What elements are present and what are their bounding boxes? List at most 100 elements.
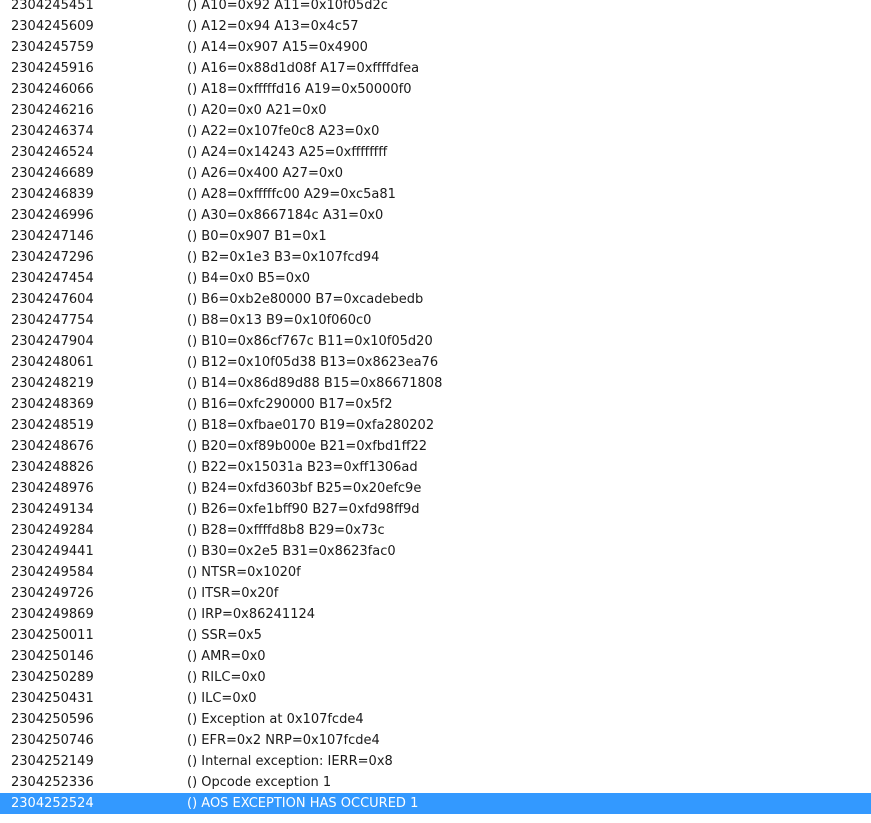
- log-message: () B2=0x1e3 B3=0x107fcd94: [187, 250, 380, 265]
- log-row[interactable]: 2304246996 () A30=0x8667184c A31=0x0: [0, 205, 871, 226]
- log-row[interactable]: 2304247454 () B4=0x0 B5=0x0: [0, 268, 871, 289]
- log-timestamp: 2304246524: [11, 145, 94, 160]
- log-row[interactable]: 2304247754 () B8=0x13 B9=0x10f060c0: [0, 310, 871, 331]
- log-row[interactable]: 2304252336 () Opcode exception 1: [0, 772, 871, 793]
- log-row[interactable]: 2304246374 () A22=0x107fe0c8 A23=0x0: [0, 121, 871, 142]
- log-message: () RILC=0x0: [187, 670, 266, 685]
- log-timestamp: 2304250596: [11, 712, 94, 727]
- log-row[interactable]: 2304249584 () NTSR=0x1020f: [0, 562, 871, 583]
- log-row[interactable]: 2304248826 () B22=0x15031a B23=0xff1306ad: [0, 457, 871, 478]
- log-row[interactable]: 2304245916 () A16=0x88d1d08f A17=0xffffdf…: [0, 58, 871, 79]
- log-row[interactable]: 2304252149 () Internal exception: IERR=0x…: [0, 751, 871, 772]
- log-message: () B28=0xffffd8b8 B29=0x73c: [187, 523, 385, 538]
- log-message: () ILC=0x0: [187, 691, 257, 706]
- log-row[interactable]: 2304248976 () B24=0xfd3603bf B25=0x20efc9…: [0, 478, 871, 499]
- log-row-selected[interactable]: 2304252524 () AOS EXCEPTION HAS OCCURED 1: [0, 793, 871, 814]
- log-row[interactable]: 2304246066 () A18=0xfffffd16 A19=0x50000f…: [0, 79, 871, 100]
- log-message: () A14=0x907 A15=0x4900: [187, 40, 368, 55]
- log-message: () AOS EXCEPTION HAS OCCURED 1: [187, 796, 419, 811]
- log-timestamp: 2304247604: [11, 292, 94, 307]
- log-timestamp: 2304249726: [11, 586, 94, 601]
- log-timestamp: 2304246374: [11, 124, 94, 139]
- log-row[interactable]: 2304247296 () B2=0x1e3 B3=0x107fcd94: [0, 247, 871, 268]
- log-message: () B14=0x86d89d88 B15=0x86671808: [187, 376, 443, 391]
- log-row[interactable]: 2304248061 () B12=0x10f05d38 B13=0x8623ea…: [0, 352, 871, 373]
- log-message: () EFR=0x2 NRP=0x107fcde4: [187, 733, 380, 748]
- log-row[interactable]: 2304247604 () B6=0xb2e80000 B7=0xcadebedb: [0, 289, 871, 310]
- log-row[interactable]: 2304245451 () A10=0x92 A11=0x10f05d2c: [0, 0, 871, 16]
- log-row[interactable]: 2304246216 () A20=0x0 A21=0x0: [0, 100, 871, 121]
- log-row[interactable]: 2304249134 () B26=0xfe1bff90 B27=0xfd98ff…: [0, 499, 871, 520]
- log-message: () B0=0x907 B1=0x1: [187, 229, 327, 244]
- log-timestamp: 2304247904: [11, 334, 94, 349]
- log-timestamp: 2304248826: [11, 460, 94, 475]
- log-timestamp: 2304248369: [11, 397, 94, 412]
- log-row[interactable]: 2304250596 () Exception at 0x107fcde4: [0, 709, 871, 730]
- log-message: () A12=0x94 A13=0x4c57: [187, 19, 359, 34]
- log-row[interactable]: 2304246689 () A26=0x400 A27=0x0: [0, 163, 871, 184]
- log-timestamp: 2304245759: [11, 40, 94, 55]
- log-message: () NTSR=0x1020f: [187, 565, 301, 580]
- log-message: () A28=0xfffffc00 A29=0xc5a81: [187, 187, 396, 202]
- log-timestamp: 2304245609: [11, 19, 94, 34]
- log-row[interactable]: 2304247904 () B10=0x86cf767c B11=0x10f05d…: [0, 331, 871, 352]
- log-row[interactable]: 2304248219 () B14=0x86d89d88 B15=0x866718…: [0, 373, 871, 394]
- log-timestamp: 2304246216: [11, 103, 94, 118]
- log-timestamp: 2304249441: [11, 544, 94, 559]
- log-row[interactable]: 2304247146 () B0=0x907 B1=0x1: [0, 226, 871, 247]
- log-timestamp: 2304246996: [11, 208, 94, 223]
- log-timestamp: 2304245916: [11, 61, 94, 76]
- log-timestamp: 2304247146: [11, 229, 94, 244]
- log-row[interactable]: 2304248519 () B18=0xfbae0170 B19=0xfa2802…: [0, 415, 871, 436]
- log-message: () B18=0xfbae0170 B19=0xfa280202: [187, 418, 435, 433]
- log-timestamp: 2304249134: [11, 502, 94, 517]
- log-message: () IRP=0x86241124: [187, 607, 316, 622]
- log-timestamp: 2304249869: [11, 607, 94, 622]
- log-message: () ITSR=0x20f: [187, 586, 279, 601]
- log-timestamp: 2304246066: [11, 82, 94, 97]
- log-timestamp: 2304250431: [11, 691, 94, 706]
- log-timestamp: 2304249284: [11, 523, 94, 538]
- log-message: () A30=0x8667184c A31=0x0: [187, 208, 384, 223]
- log-row[interactable]: 2304248676 () B20=0xf89b000e B21=0xfbd1ff…: [0, 436, 871, 457]
- log-message: () A10=0x92 A11=0x10f05d2c: [187, 0, 388, 13]
- log-row[interactable]: 2304250011 () SSR=0x5: [0, 625, 871, 646]
- log-message: () B20=0xf89b000e B21=0xfbd1ff22: [187, 439, 428, 454]
- log-message: () A26=0x400 A27=0x0: [187, 166, 344, 181]
- log-timestamp: 2304246839: [11, 187, 94, 202]
- log-row[interactable]: 2304249726 () ITSR=0x20f: [0, 583, 871, 604]
- log-message: () A16=0x88d1d08f A17=0xffffdfea: [187, 61, 420, 76]
- log-row[interactable]: 2304248369 () B16=0xfc290000 B17=0x5f2: [0, 394, 871, 415]
- log-message: () Opcode exception 1: [187, 775, 332, 790]
- log-row[interactable]: 2304249441 () B30=0x2e5 B31=0x8623fac0: [0, 541, 871, 562]
- log-timestamp: 2304252524: [11, 796, 94, 811]
- log-message: () AMR=0x0: [187, 649, 266, 664]
- log-row[interactable]: 2304249284 () B28=0xffffd8b8 B29=0x73c: [0, 520, 871, 541]
- log-row[interactable]: 2304245609 () A12=0x94 A13=0x4c57: [0, 16, 871, 37]
- log-timestamp: 2304250011: [11, 628, 94, 643]
- log-row[interactable]: 2304245759 () A14=0x907 A15=0x4900: [0, 37, 871, 58]
- log-message: () A18=0xfffffd16 A19=0x50000f0: [187, 82, 412, 97]
- log-timestamp: 2304248976: [11, 481, 94, 496]
- log-row[interactable]: 2304249869 () IRP=0x86241124: [0, 604, 871, 625]
- log-row[interactable]: 2304250746 () EFR=0x2 NRP=0x107fcde4: [0, 730, 871, 751]
- log-row[interactable]: 2304246839 () A28=0xfffffc00 A29=0xc5a81: [0, 184, 871, 205]
- log-message: () Exception at 0x107fcde4: [187, 712, 364, 727]
- log-timestamp: 2304252336: [11, 775, 94, 790]
- log-message: () B4=0x0 B5=0x0: [187, 271, 311, 286]
- log-message: () B26=0xfe1bff90 B27=0xfd98ff9d: [187, 502, 420, 517]
- log-timestamp: 2304250289: [11, 670, 94, 685]
- log-row[interactable]: 2304250289 () RILC=0x0: [0, 667, 871, 688]
- log-row[interactable]: 2304246524 () A24=0x14243 A25=0xffffffff: [0, 142, 871, 163]
- log-timestamp: 2304248676: [11, 439, 94, 454]
- log-timestamp: 2304245451: [11, 0, 94, 13]
- log-list: 2304245451() A10=0x92 A11=0x10f05d2c 2304…: [0, 0, 871, 814]
- log-timestamp: 2304249584: [11, 565, 94, 580]
- log-timestamp: 2304247454: [11, 271, 94, 286]
- log-message: () SSR=0x5: [187, 628, 262, 643]
- log-row[interactable]: 2304250431 () ILC=0x0: [0, 688, 871, 709]
- log-timestamp: 2304248219: [11, 376, 94, 391]
- log-row[interactable]: 2304250146 () AMR=0x0: [0, 646, 871, 667]
- log-timestamp: 2304248519: [11, 418, 94, 433]
- log-message: () Internal exception: IERR=0x8: [187, 754, 393, 769]
